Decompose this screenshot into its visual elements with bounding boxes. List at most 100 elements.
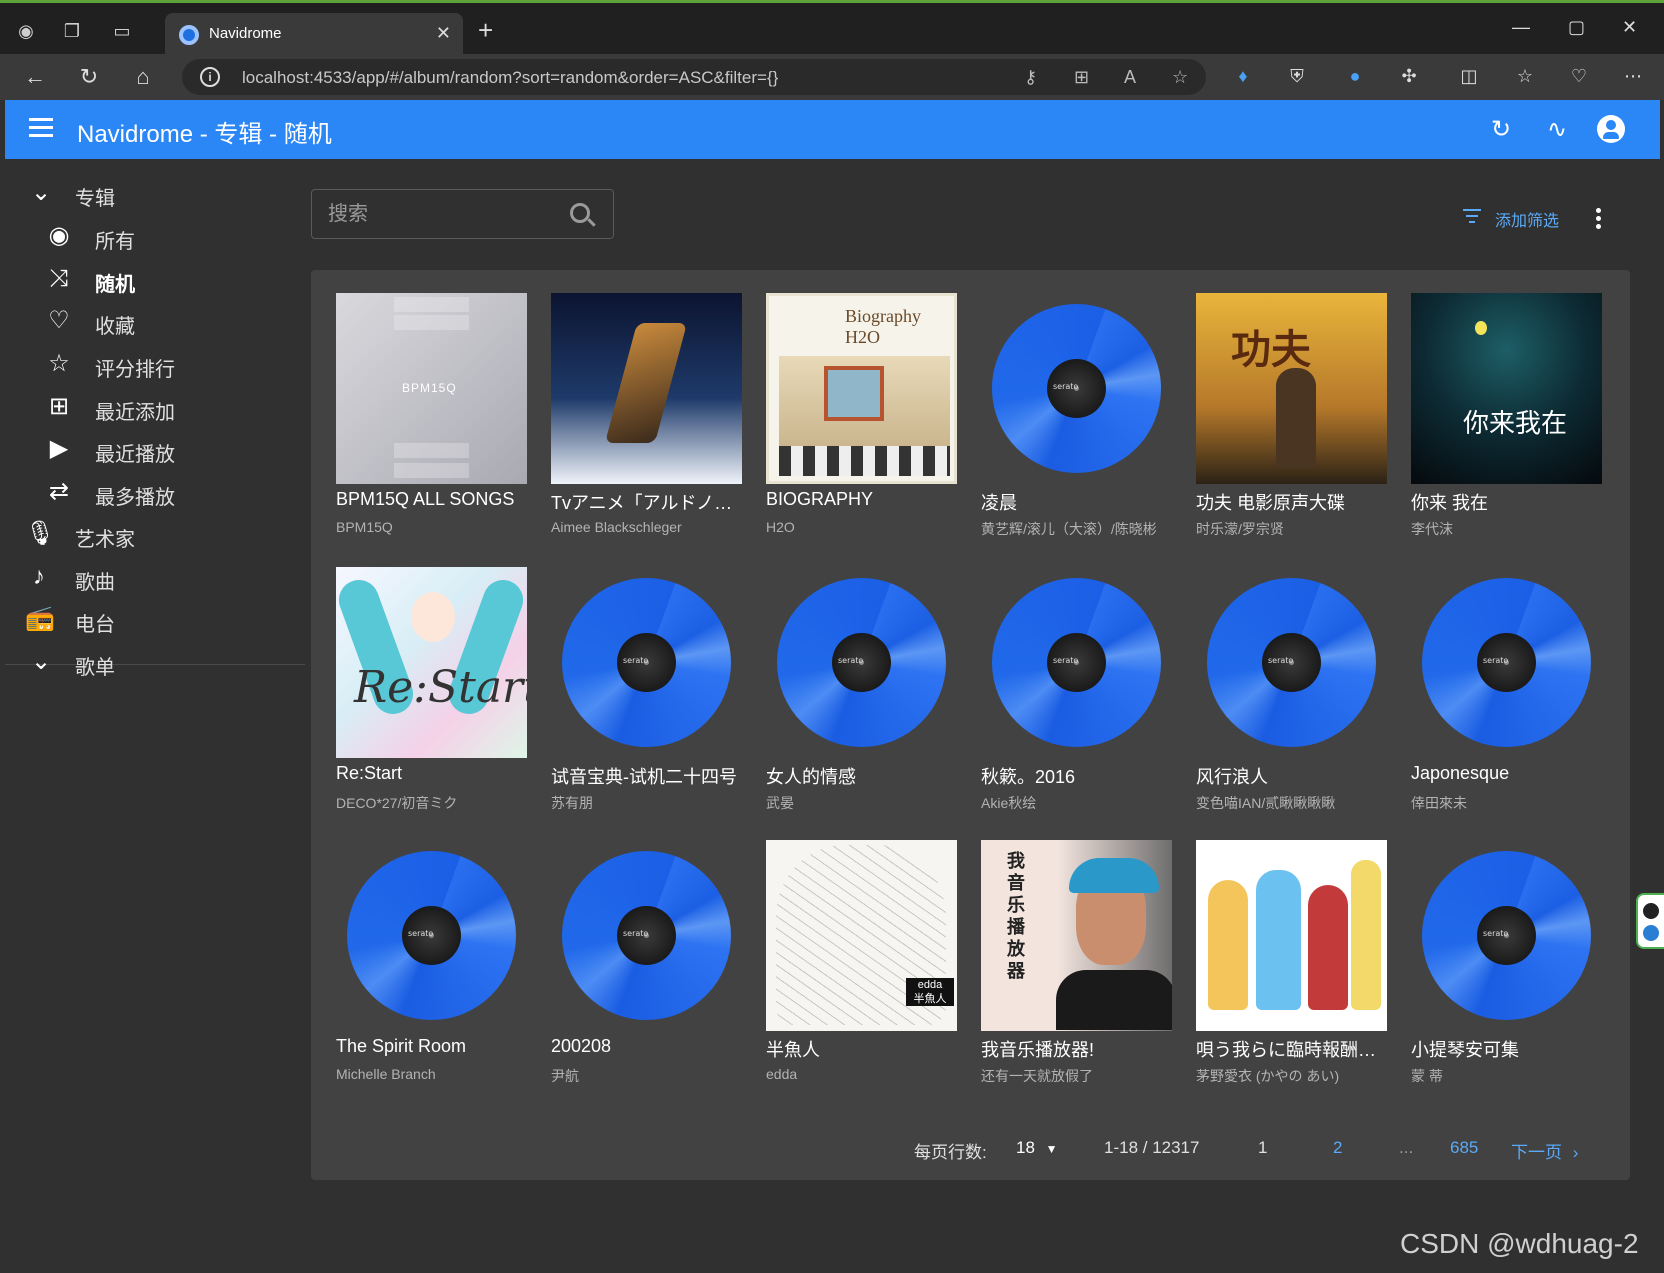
new-tab-icon[interactable]: + <box>478 17 493 43</box>
album-card[interactable]: BPM15Q BPM15Q ALL SONGS BPM15Q <box>336 293 527 553</box>
album-artist[interactable]: 茅野愛衣 (かやの あい) <box>1196 1066 1387 1086</box>
album-title[interactable]: 功夫 电影原声大碟 <box>1196 489 1387 515</box>
collections-icon[interactable]: ❐ <box>60 19 84 43</box>
album-card[interactable]: 小提琴安可集蒙 蒂 <box>1411 840 1602 1100</box>
album-title[interactable]: 半魚人 <box>766 1036 957 1062</box>
album-card[interactable]: 你来我在你来 我在李代沫 <box>1411 293 1602 553</box>
album-card[interactable]: 唄う我らに臨時報酬を！！ 茅野愛衣 (かやの あい) <box>1196 840 1387 1100</box>
browser-menu-icon[interactable]: ⋯ <box>1620 63 1646 89</box>
tab-actions-icon[interactable]: ▭ <box>110 19 134 43</box>
album-title[interactable]: 女人的情感 <box>766 763 957 789</box>
album-cover[interactable] <box>1196 840 1387 1031</box>
close-tab-icon[interactable]: ✕ <box>436 23 451 44</box>
album-card[interactable]: The Spirit Room Michelle Branch <box>336 840 527 1100</box>
album-cover[interactable] <box>1411 840 1602 1031</box>
album-cover[interactable]: Re:Start <box>336 567 527 758</box>
apps-icon[interactable]: ⊞ <box>1074 67 1089 88</box>
more-options-icon[interactable] <box>1596 208 1602 230</box>
album-artist[interactable]: 苏有朋 <box>551 793 742 813</box>
next-page-button[interactable]: 下一页 › <box>1511 1138 1578 1163</box>
activity-icon[interactable]: ∿ <box>1543 116 1571 144</box>
browser-tab[interactable]: Navidrome ✕ <box>165 13 463 57</box>
album-cover[interactable] <box>336 840 527 1031</box>
album-cover[interactable] <box>766 567 957 758</box>
rows-per-page-select[interactable]: 18 ▼ <box>1016 1138 1058 1158</box>
album-artist[interactable]: DECO*27/初音ミク <box>336 793 527 813</box>
album-cover[interactable] <box>551 840 742 1031</box>
sidebar-item-recently-played[interactable]: ▶ 最近播放 <box>5 427 305 471</box>
profile-avatar-icon[interactable]: ◉ <box>14 19 38 43</box>
album-artist[interactable]: BPM15Q <box>336 519 527 535</box>
refresh-icon[interactable]: ↻ <box>1487 116 1515 144</box>
album-title[interactable]: 200208 <box>551 1036 742 1057</box>
album-artist[interactable]: 蒙 蒂 <box>1411 1066 1602 1086</box>
album-cover[interactable]: 功夫 <box>1196 293 1387 484</box>
sidebar-playlists-header[interactable]: ⌄ 歌单 <box>5 640 305 684</box>
album-title[interactable]: The Spirit Room <box>336 1036 527 1057</box>
album-artist[interactable]: 李代沫 <box>1411 519 1602 539</box>
hamburger-menu-icon[interactable] <box>29 118 53 138</box>
album-cover[interactable] <box>1196 567 1387 758</box>
album-title[interactable]: 试音宝典-试机二十四号 <box>551 763 742 789</box>
album-artist[interactable]: 还有一天就放假了 <box>981 1066 1172 1086</box>
album-card[interactable]: edda 半魚人 半魚人 edda <box>766 840 957 1100</box>
album-card[interactable]: 功夫功夫 电影原声大碟时乐濛/罗宗贤 <box>1196 293 1387 553</box>
browser-essentials-icon[interactable]: ♡ <box>1566 63 1592 89</box>
extension-shield-icon[interactable]: ⛨ <box>1284 63 1310 89</box>
extension-badge-icon[interactable]: ● <box>1342 63 1368 89</box>
album-artist[interactable]: 倖田來未 <box>1411 793 1602 813</box>
address-bar[interactable]: i localhost:4533/app/#/album/random?sort… <box>182 59 1206 95</box>
album-title[interactable]: 你来 我在 <box>1411 489 1602 515</box>
search-input[interactable] <box>312 190 562 238</box>
album-cover[interactable] <box>551 567 742 758</box>
extension-e-icon[interactable] <box>1643 925 1659 941</box>
album-artist[interactable]: 尹航 <box>551 1066 742 1086</box>
sidebar-item-artists[interactable]: 🎙 艺术家 <box>5 512 305 556</box>
album-card[interactable]: Tvアニメ「アルドノア・ゼロ」オリジナルサウンドトラック Aimee Blacks… <box>551 293 742 553</box>
album-title[interactable]: Re:Start <box>336 763 527 784</box>
key-icon[interactable]: ⚷ <box>1024 67 1037 88</box>
album-artist[interactable]: 时乐濛/罗宗贤 <box>1196 519 1387 539</box>
album-title[interactable]: 我音乐播放器! <box>981 1036 1172 1062</box>
favorite-star-icon[interactable]: ☆ <box>1172 67 1188 88</box>
album-card[interactable]: Japonesque 倖田來未 <box>1411 567 1602 827</box>
window-close-icon[interactable]: ✕ <box>1622 17 1637 38</box>
album-cover[interactable]: 你来我在 <box>1411 293 1602 484</box>
favorites-icon[interactable]: ☆ <box>1512 63 1538 89</box>
extension-close-icon[interactable] <box>1643 903 1659 919</box>
album-cover[interactable] <box>551 293 742 484</box>
album-artist[interactable]: Michelle Branch <box>336 1066 527 1082</box>
reload-icon[interactable]: ↻ <box>76 64 102 90</box>
sidebar-item-all[interactable]: ◉ 所有 <box>5 214 305 258</box>
album-title[interactable]: BPM15Q ALL SONGS <box>336 489 527 510</box>
album-card[interactable]: 风行浪人变色喵IAN/贰瞅瞅瞅瞅 <box>1196 567 1387 827</box>
sidebar-item-radio[interactable]: 📻 电台 <box>5 597 305 641</box>
album-artist[interactable]: H2O <box>766 519 957 535</box>
album-artist[interactable]: 武晏 <box>766 793 957 813</box>
site-info-icon[interactable]: i <box>200 67 220 87</box>
album-title[interactable]: 唄う我らに臨時報酬を！！ <box>1196 1036 1387 1062</box>
account-icon[interactable] <box>1597 115 1625 143</box>
album-card[interactable]: 秋簌。2016 Akie秋绘 <box>981 567 1172 827</box>
sidebar-albums-header[interactable]: ⌄ 专辑 <box>5 171 305 215</box>
album-title[interactable]: 秋簌。2016 <box>981 763 1172 789</box>
maximize-icon[interactable]: ▢ <box>1568 17 1585 38</box>
album-title[interactable]: BIOGRAPHY <box>766 489 957 510</box>
extension-diamond-icon[interactable]: ♦ <box>1230 63 1256 89</box>
album-cover[interactable]: BPM15Q <box>336 293 527 484</box>
album-title[interactable]: 凌晨 <box>981 489 1172 515</box>
album-cover[interactable]: 我音乐播放器 <box>981 840 1172 1031</box>
page-last-button[interactable]: 685 <box>1450 1138 1478 1158</box>
page-1-button[interactable]: 1 <box>1258 1138 1267 1158</box>
back-icon[interactable]: ← <box>22 64 48 90</box>
album-card[interactable]: 女人的情感武晏 <box>766 567 957 827</box>
side-extension-panel[interactable] <box>1636 893 1664 949</box>
album-artist[interactable]: 变色喵IAN/贰瞅瞅瞅瞅 <box>1196 793 1387 813</box>
album-card[interactable]: 凌晨黄艺辉/滚儿（大滚）/陈晓彬 <box>981 293 1172 553</box>
sidebar-item-top-rated[interactable]: ☆ 评分排行 <box>5 342 305 386</box>
album-card[interactable]: 我音乐播放器我音乐播放器! 还有一天就放假了 <box>981 840 1172 1100</box>
album-cover[interactable] <box>981 567 1172 758</box>
url-text[interactable]: localhost:4533/app/#/album/random?sort=r… <box>242 68 778 88</box>
sidebar-item-favorites[interactable]: ♡ 收藏 <box>5 299 305 343</box>
album-title[interactable]: Tvアニメ「アルドノア・ゼロ」オリジナルサウンドトラック <box>551 489 742 515</box>
